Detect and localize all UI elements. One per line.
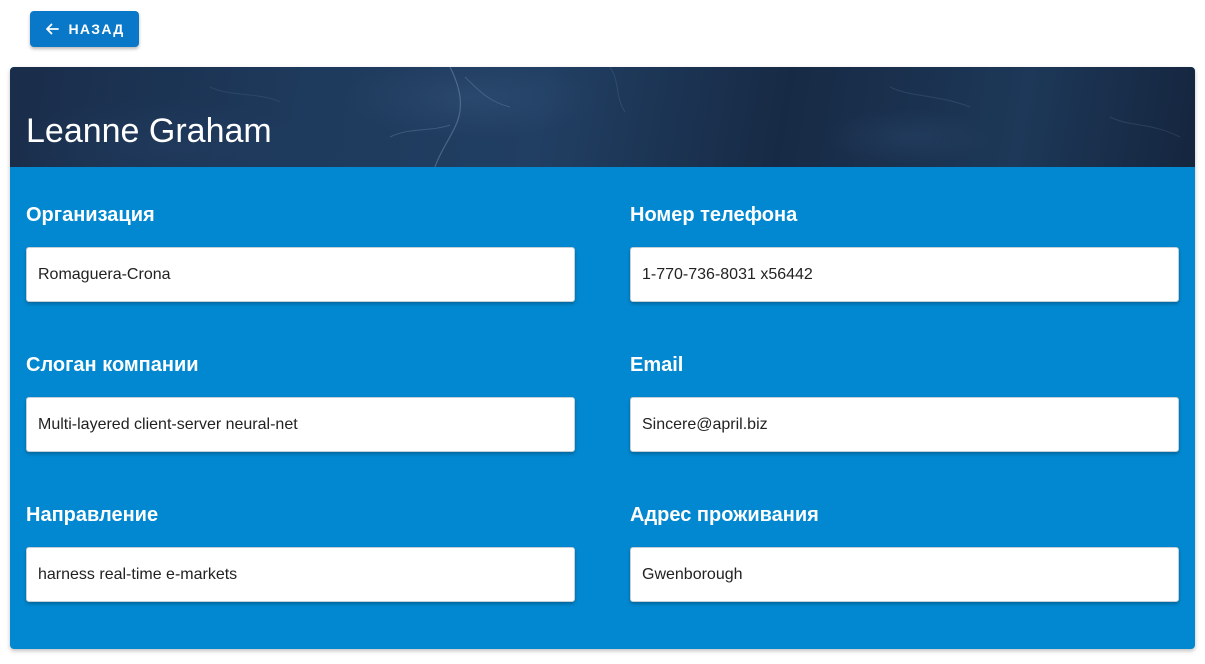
phone-field[interactable]: 1-770-736-8031 x56442 xyxy=(630,247,1179,302)
slogan-field[interactable]: Multi-layered client-server neural-net xyxy=(26,397,575,452)
direction-value: harness real-time e-markets xyxy=(38,565,238,583)
profile-header: Leanne Graham xyxy=(10,67,1195,167)
label-phone: Номер телефона xyxy=(630,204,798,226)
email-field[interactable]: Sincere@april.biz xyxy=(630,397,1179,452)
slogan-value: Multi-layered client-server neural-net xyxy=(38,415,298,433)
direction-field[interactable]: harness real-time e-markets xyxy=(26,547,575,602)
arrow-left-icon xyxy=(46,23,60,35)
email-value: Sincere@april.biz xyxy=(642,415,768,433)
label-organization: Организация xyxy=(26,204,155,226)
address-field[interactable]: Gwenborough xyxy=(630,547,1179,602)
label-email: Email xyxy=(630,354,684,376)
back-button-label: НАЗАД xyxy=(68,21,125,37)
address-value: Gwenborough xyxy=(642,565,743,583)
back-button[interactable]: НАЗАД xyxy=(30,11,139,47)
label-address: Адрес проживания xyxy=(630,504,819,526)
profile-card: Leanne Graham Организация Romaguera-Cron… xyxy=(10,67,1195,649)
organization-value: Romaguera-Crona xyxy=(38,265,171,283)
profile-name: Leanne Graham xyxy=(26,112,272,150)
label-direction: Направление xyxy=(26,504,159,526)
phone-value: 1-770-736-8031 x56442 xyxy=(642,265,813,283)
label-slogan: Слоган компании xyxy=(26,354,199,376)
organization-field[interactable]: Romaguera-Crona xyxy=(26,247,575,302)
